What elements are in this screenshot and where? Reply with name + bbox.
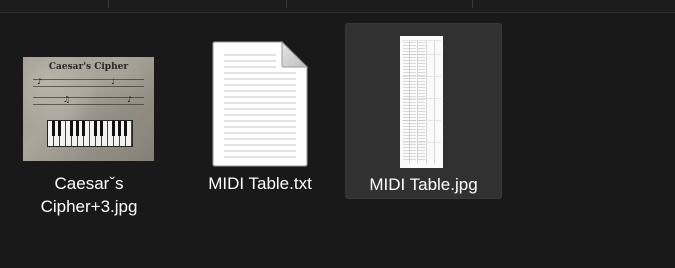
column-divider[interactable] (108, 0, 109, 8)
music-note-icon: ♪ (127, 95, 133, 104)
file-name-label: MIDI Table.txt (208, 174, 312, 193)
file-explorer-content: Caesar's Cipher ♪ ♫ ♩ ♪ Caesarˇs Cipher+… (0, 0, 675, 268)
column-divider[interactable] (472, 0, 473, 8)
music-note-icon: ♪ (37, 77, 43, 86)
text-document-icon (212, 41, 308, 167)
thumbnail-title: Caesar's Cipher (48, 62, 129, 72)
file-name-label: MIDI Table.jpg (369, 175, 478, 194)
caesar-cipher-thumbnail-image: Caesar's Cipher ♪ ♫ ♩ ♪ (23, 57, 154, 161)
music-note-icon: ♩ (111, 77, 115, 86)
column-header-strip (0, 0, 675, 13)
staff-lines (33, 79, 144, 87)
midi-table-thumbnail-image (400, 36, 443, 168)
music-note-icon: ♫ (63, 95, 71, 104)
file-item-midi-table-jpg[interactable]: MIDI Table.jpg (345, 23, 502, 199)
column-divider[interactable] (286, 0, 287, 8)
file-name-label: Caesarˇs Cipher+3.jpg (40, 174, 138, 216)
file-thumbnail (160, 29, 360, 167)
piano-keyboard-graphic (47, 120, 133, 147)
file-thumbnail: Caesar's Cipher ♪ ♫ ♩ ♪ (18, 29, 160, 161)
file-thumbnail (346, 30, 501, 168)
file-item-midi-table-txt[interactable]: MIDI Table.txt (160, 23, 360, 199)
file-item-caesar-cipher[interactable]: Caesar's Cipher ♪ ♫ ♩ ♪ Caesarˇs Cipher+… (18, 23, 160, 216)
